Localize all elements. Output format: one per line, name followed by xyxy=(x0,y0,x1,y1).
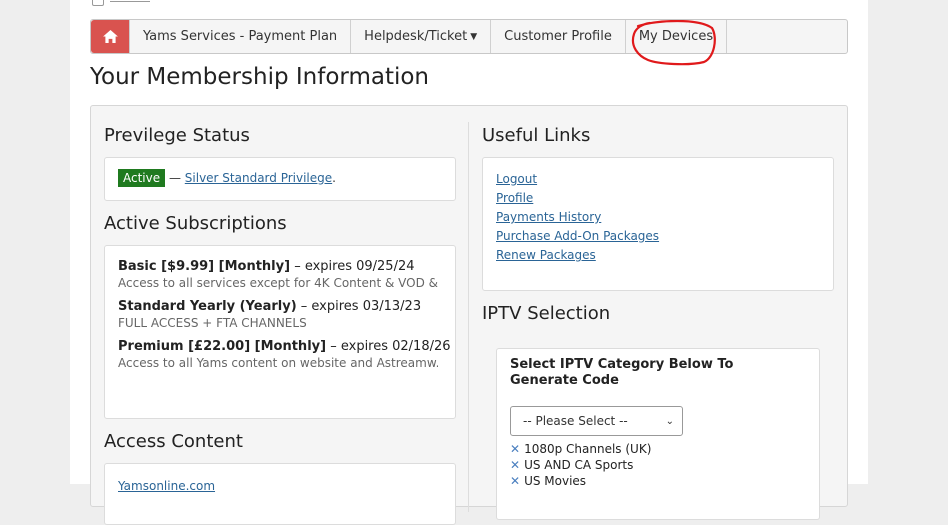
subscriptions-box: Basic [$9.99] [Monthly] – expires 09/25/… xyxy=(104,245,456,419)
column-divider xyxy=(468,122,469,512)
list-item: ✕ US Movies xyxy=(510,473,651,489)
close-icon[interactable]: ✕ xyxy=(510,458,520,472)
channel-label: 1080p Channels (UK) xyxy=(524,442,652,456)
subscription-name: Premium [£22.00] [Monthly] xyxy=(118,339,327,354)
subscription-expiry: – expires 02/18/26 xyxy=(330,339,451,354)
nav-home-button[interactable] xyxy=(91,20,130,53)
trailing-period: . xyxy=(332,171,336,185)
logout-link[interactable]: Logout xyxy=(496,172,659,186)
access-heading: Access Content xyxy=(104,431,243,452)
subscription-item: Basic [$9.99] [Monthly] – expires 09/25/… xyxy=(118,259,451,274)
useful-links-heading: Useful Links xyxy=(482,125,591,146)
subscription-expiry: – expires 09/25/24 xyxy=(294,259,415,274)
page: Yams Services - Payment Plan Helpdesk/Ti… xyxy=(70,0,868,525)
subscription-item: Premium [£22.00] [Monthly] – expires 02/… xyxy=(118,339,451,354)
iptv-prompt: Select IPTV Category Below To Generate C… xyxy=(510,357,734,388)
privilege-box: Active — Silver Standard Privilege. xyxy=(104,157,456,201)
payments-history-link[interactable]: Payments History xyxy=(496,210,659,224)
subscription-name: Basic [$9.99] [Monthly] xyxy=(118,259,291,274)
nav-item-customer-profile[interactable]: Customer Profile xyxy=(491,20,626,53)
separator: — xyxy=(168,171,181,185)
nav-item-helpdesk[interactable]: Helpdesk/Ticket ▼ xyxy=(351,20,492,53)
channel-label: US AND CA Sports xyxy=(524,458,634,472)
nav-item-my-devices[interactable]: My Devices xyxy=(626,20,728,66)
list-item: ✕ US AND CA Sports xyxy=(510,457,651,473)
chevron-down-icon: ⌄ xyxy=(665,415,674,427)
subscription-expiry: – expires 03/13/23 xyxy=(300,299,422,314)
page-title: Your Membership Information xyxy=(90,64,430,90)
close-icon[interactable]: ✕ xyxy=(510,474,520,488)
iptv-heading: IPTV Selection xyxy=(482,303,611,324)
nav-item-label: Yams Services - Payment Plan xyxy=(143,29,338,44)
privilege-link[interactable]: Silver Standard Privilege xyxy=(185,171,332,185)
privilege-heading: Previlege Status xyxy=(104,125,250,146)
close-icon[interactable]: ✕ xyxy=(510,442,520,456)
subscription-desc: Access to all services except for 4K Con… xyxy=(118,276,438,290)
iptv-category-select[interactable]: -- Please Select -- ⌄ xyxy=(510,406,683,436)
subscription-name: Standard Yearly (Yearly) xyxy=(118,299,297,314)
channel-list: ✕ 1080p Channels (UK) ✕ US AND CA Sports ✕… xyxy=(510,441,651,489)
status-badge: Active xyxy=(118,169,166,187)
subscription-item: Standard Yearly (Yearly) – expires 03/13… xyxy=(118,299,451,314)
nav-item-label: My Devices xyxy=(638,29,714,44)
access-box: Yamsonline.com xyxy=(104,463,456,525)
chevron-down-icon: ▼ xyxy=(470,31,478,42)
main-navbar: Yams Services - Payment Plan Helpdesk/Ti… xyxy=(90,19,848,66)
iptv-box: Select IPTV Category Below To Generate C… xyxy=(496,348,820,520)
home-icon xyxy=(102,30,118,43)
renew-packages-link[interactable]: Renew Packages xyxy=(496,248,659,262)
profile-link[interactable]: Profile xyxy=(496,191,659,205)
checkbox-fragment xyxy=(92,0,104,6)
useful-links-box: Logout Profile Payments History Purchase… xyxy=(482,157,834,291)
nav-item-payment-plan[interactable]: Yams Services - Payment Plan xyxy=(130,20,352,53)
nav-item-label: Customer Profile xyxy=(504,29,612,44)
select-value: -- Please Select -- xyxy=(523,414,628,428)
list-item: ✕ 1080p Channels (UK) xyxy=(510,441,651,457)
access-link[interactable]: Yamsonline.com xyxy=(118,479,215,493)
text-fragment xyxy=(110,0,150,2)
purchase-addon-link[interactable]: Purchase Add-On Packages xyxy=(496,229,659,243)
membership-panel: Previlege Status Active — Silver Standar… xyxy=(90,105,848,525)
subscription-desc: FULL ACCESS + FTA CHANNELS xyxy=(118,316,307,330)
nav-item-label: Helpdesk/Ticket xyxy=(364,29,468,44)
channel-label: US Movies xyxy=(524,474,587,488)
subscription-desc: Access to all Yams content on website an… xyxy=(118,356,438,370)
subscriptions-heading: Active Subscriptions xyxy=(104,213,287,234)
